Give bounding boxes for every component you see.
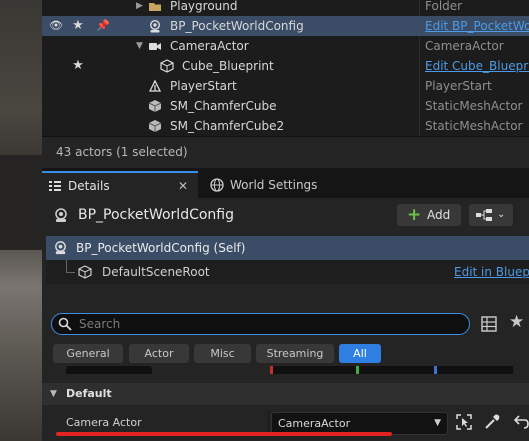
blueprint-actor-icon — [55, 208, 67, 222]
filter-all[interactable]: All — [339, 344, 381, 363]
z-field[interactable] — [434, 366, 513, 374]
add-component-button[interactable]: + Add — [397, 204, 461, 226]
hierarchy-icon — [476, 209, 492, 221]
actor-name: Cube_Blueprint — [182, 59, 274, 73]
actor-type: PlayerStart — [425, 79, 492, 93]
filter-misc[interactable]: Misc — [194, 344, 251, 363]
component-tree-root[interactable]: BP_PocketWorldConfig (Self) — [46, 236, 529, 260]
actor-name: SM_ChamferCube — [170, 99, 277, 113]
pin-icon[interactable]: 📌 — [96, 16, 110, 36]
outliner-row[interactable]: ▶ Playground Folder — [42, 0, 529, 16]
blueprint-actor-icon — [55, 241, 66, 255]
y-field[interactable] — [356, 366, 435, 374]
pick-actor-icon[interactable] — [455, 413, 473, 431]
section-default-header[interactable]: ▼ Default — [42, 383, 529, 405]
outliner-row[interactable]: 👁 ★ 📌 BP_PocketWorldConfig Edit BP_PocketWor… — [42, 16, 529, 36]
outliner-row[interactable]: SM_ChamferCube2 StaticMeshActor — [42, 116, 529, 136]
actor-name: SM_ChamferCube2 — [170, 119, 285, 133]
component-tree: BP_PocketWorldConfig (Self) DefaultScene… — [46, 236, 529, 284]
component-tree-item[interactable]: DefaultSceneRoot Edit in Blueprint — [46, 260, 529, 284]
selected-actor-title: BP_PocketWorldConfig — [78, 207, 235, 223]
favorites-star-icon[interactable]: ★ — [509, 312, 524, 332]
edit-in-blueprint-link[interactable]: Edit in Blueprint — [454, 260, 529, 284]
folder-icon — [149, 3, 161, 11]
actor-type: StaticMeshActor — [425, 119, 523, 133]
outliner-row[interactable]: PlayerStart PlayerStart — [42, 76, 529, 96]
search-placeholder: Search — [79, 317, 121, 331]
outliner-status-bar: 43 actors (1 selected) — [42, 136, 529, 168]
edit-blueprint-link[interactable]: Edit BP_PocketWorldConfig — [425, 16, 529, 36]
panel-tab-bar: Details ✕ World Settings — [42, 168, 529, 199]
expand-arrow-icon[interactable]: ▼ — [136, 36, 143, 56]
actor-name: BP_PocketWorldConfig — [170, 19, 304, 33]
section-title: Default — [66, 387, 112, 400]
tab-world-settings[interactable]: World Settings — [208, 172, 368, 198]
search-icon — [58, 317, 72, 331]
visibility-eye-icon[interactable]: 👁 — [48, 16, 64, 36]
tab-details-label: Details — [68, 179, 110, 193]
details-icon — [49, 181, 61, 191]
outliner-row[interactable]: SM_ChamferCube StaticMeshActor — [42, 96, 529, 116]
plus-icon: + — [407, 205, 422, 225]
component-root-label: BP_PocketWorldConfig (Self) — [76, 241, 246, 255]
reset-icon[interactable] — [512, 413, 529, 431]
actor-name: CameraActor — [170, 39, 249, 53]
globe-icon — [210, 178, 224, 192]
star-icon[interactable]: ★ — [72, 16, 84, 36]
star-icon[interactable]: ★ — [72, 56, 84, 76]
picker-value: CameraActor — [278, 417, 351, 430]
tab-world-settings-label: World Settings — [230, 178, 318, 192]
blueprint-actor-icon — [149, 19, 161, 33]
filter-actor[interactable]: Actor — [129, 344, 189, 363]
tree-connector — [66, 260, 75, 273]
expand-arrow-icon[interactable]: ▶ — [136, 0, 143, 16]
outliner-row[interactable]: ★ Cube_Blueprint Edit Cube_Blueprint — [42, 56, 529, 76]
static-mesh-icon — [148, 100, 162, 112]
add-button-label: Add — [427, 208, 451, 222]
player-start-icon — [148, 79, 162, 92]
world-outliner: ▶ Playground Folder 👁 ★ 📌 BP_PocketWorldConfig… — [42, 0, 529, 136]
actor-type: CameraActor — [425, 39, 504, 53]
component-name: DefaultSceneRoot — [102, 265, 210, 279]
static-mesh-icon — [148, 120, 162, 132]
actor-name: PlayerStart — [170, 79, 237, 93]
cube-icon — [160, 59, 174, 73]
scene-component-icon — [78, 265, 92, 279]
camera-icon — [149, 43, 161, 50]
chevron-down-icon: ⌄ — [497, 209, 506, 220]
blueprint-options-button[interactable]: ⌄ — [469, 204, 513, 226]
property-matrix-icon[interactable] — [481, 316, 497, 332]
actor-name: Playground — [170, 0, 238, 13]
actor-type: Folder — [425, 0, 463, 13]
details-panel: BP_PocketWorldConfig + Add ⌄ BP_PocketWo… — [42, 198, 529, 441]
close-tab-icon[interactable]: ✕ — [178, 173, 188, 199]
tab-details[interactable]: Details ✕ — [42, 171, 198, 199]
collapse-arrow-icon: ▼ — [50, 389, 57, 399]
viewport-edge — [0, 0, 42, 441]
eyedropper-icon[interactable] — [483, 413, 501, 431]
details-search-input[interactable]: Search — [51, 313, 470, 335]
filter-general[interactable]: General — [53, 344, 123, 363]
edit-blueprint-link[interactable]: Edit Cube_Blueprint — [425, 56, 529, 76]
actor-count-text: 43 actors (1 selected) — [56, 145, 188, 159]
filter-streaming[interactable]: Streaming — [256, 344, 334, 363]
outliner-row[interactable]: ▼ CameraActor CameraActor — [42, 36, 529, 56]
annotation-underline — [56, 432, 392, 436]
x-field[interactable] — [270, 366, 357, 374]
actor-type: StaticMeshActor — [425, 99, 523, 113]
transform-row-partial — [66, 366, 529, 374]
chevron-down-icon: ▼ — [434, 418, 441, 428]
